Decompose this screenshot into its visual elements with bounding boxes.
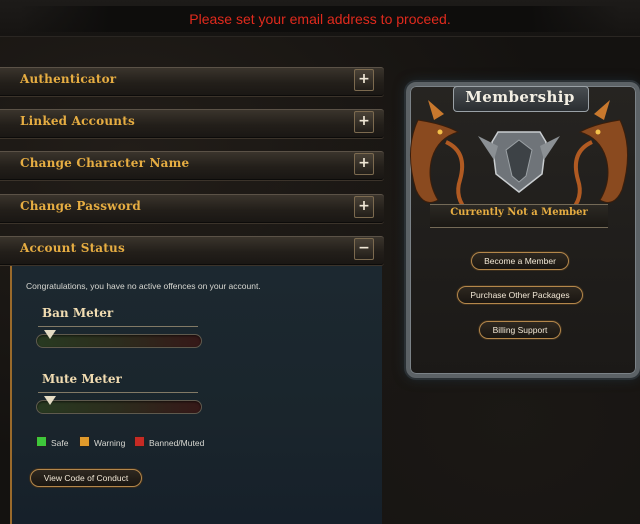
accordion-label: Change Character Name: [20, 156, 190, 170]
membership-title: Membership: [465, 88, 575, 106]
expand-button[interactable]: +: [354, 153, 374, 175]
legend-label: Safe: [51, 438, 69, 448]
accordion-label: Account Status: [20, 241, 125, 255]
expand-button[interactable]: +: [354, 196, 374, 218]
dragon-right-icon: [568, 100, 629, 214]
ban-meter-track: [36, 334, 202, 348]
billing-support-button[interactable]: Billing Support: [479, 321, 561, 339]
accordion-label: Authenticator: [20, 72, 117, 86]
accordion-label: Change Password: [20, 199, 142, 213]
membership-status: Currently Not a Member: [450, 207, 588, 218]
mute-meter-track: [36, 400, 202, 414]
legend-warning: Warning: [79, 436, 125, 448]
warning-swatch: [79, 436, 90, 447]
alert-banner: Please set your email address to proceed…: [0, 0, 640, 37]
safe-swatch: [36, 436, 47, 447]
shield-crest-icon: [478, 131, 560, 193]
mute-meter-title: Mute Meter: [42, 372, 122, 386]
expand-button[interactable]: +: [354, 69, 374, 91]
mute-meter-marker-icon: [44, 396, 56, 405]
become-member-button[interactable]: Become a Member: [471, 252, 569, 270]
banned-swatch: [134, 436, 145, 447]
accordion-authenticator[interactable]: Authenticator +: [0, 67, 384, 96]
email-alert-message: Please set your email address to proceed…: [20, 6, 620, 32]
collapse-button[interactable]: −: [354, 238, 374, 260]
ban-meter-marker-icon: [44, 330, 56, 339]
expand-button[interactable]: +: [354, 111, 374, 133]
meter-divider: [38, 392, 198, 393]
accordion-account-status[interactable]: Account Status −: [0, 236, 384, 265]
legend-banned-muted: Banned/Muted: [134, 436, 204, 448]
legend-label: Warning: [94, 438, 126, 448]
accordion-change-character-name[interactable]: Change Character Name +: [0, 151, 384, 180]
dragon-left-icon: [409, 100, 470, 214]
mute-meter: [36, 396, 202, 414]
accordion-change-password[interactable]: Change Password +: [0, 194, 384, 223]
legend-label: Banned/Muted: [149, 438, 205, 448]
no-offences-message: Congratulations, you have no active offe…: [26, 281, 261, 291]
accordion-linked-accounts[interactable]: Linked Accounts +: [0, 109, 384, 138]
view-code-of-conduct-button[interactable]: View Code of Conduct: [30, 469, 142, 487]
ban-meter: [36, 330, 202, 348]
legend-safe: Safe: [36, 436, 69, 448]
meter-divider: [38, 326, 198, 327]
ban-meter-title: Ban Meter: [42, 306, 114, 320]
accordion-label: Linked Accounts: [20, 114, 135, 128]
purchase-other-packages-button[interactable]: Purchase Other Packages: [457, 286, 583, 304]
